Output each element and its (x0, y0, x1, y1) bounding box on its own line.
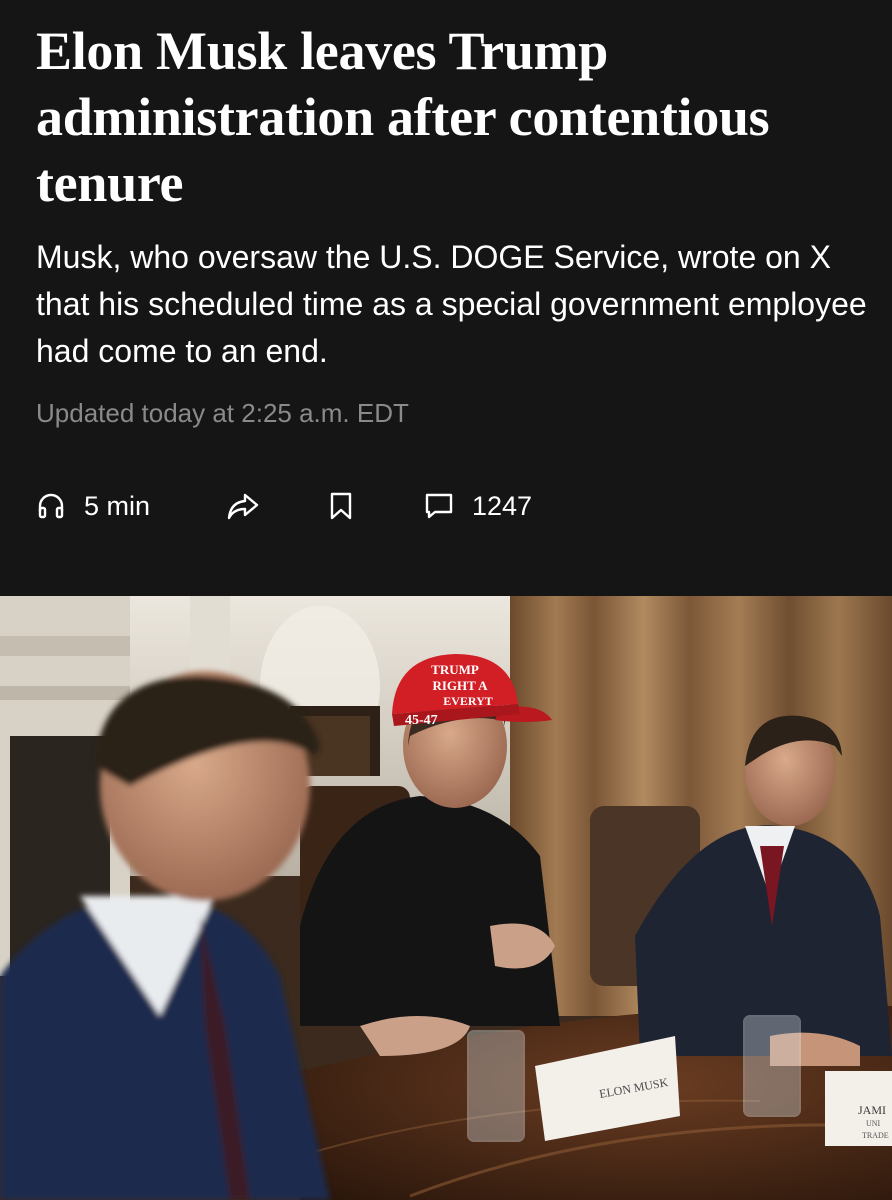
hat-text-line-2: RIGHT A (432, 678, 488, 693)
bookmark-icon (328, 491, 354, 521)
article-headline: Elon Musk leaves Trump administration af… (36, 21, 770, 213)
hat-text-line-3: EVERYT (443, 694, 493, 708)
comments-count: 1247 (472, 490, 533, 521)
headphones-icon (36, 491, 66, 521)
save-button[interactable] (328, 486, 354, 526)
share-arrow-icon (226, 491, 260, 521)
listen-duration: 5 min (84, 490, 151, 521)
share-button[interactable] (226, 486, 260, 526)
hat-text-line-1: TRUMP (431, 662, 479, 677)
nameplate-right-line-1: JAMI (858, 1103, 886, 1117)
comments-button[interactable]: 1247 (424, 486, 532, 526)
nameplate-right-line-2: UNI (866, 1119, 881, 1128)
nameplate-right-line-3: TRADE (862, 1131, 889, 1140)
article-dek: Musk, who oversaw the U.S. DOGE Service,… (36, 239, 867, 369)
article-page: Elon Musk leaves Trump administration af… (0, 0, 892, 1200)
listen-button[interactable]: 5 min (36, 486, 150, 526)
hat-side-text: 45-47 (405, 713, 438, 728)
article-action-bar: 5 min 1247 (36, 486, 636, 526)
article-timestamp: Updated today at 2:25 a.m. EDT (36, 398, 409, 428)
article-hero-photo: TRUMP RIGHT A EVERYT 45-47 ELON MUSK JAM… (0, 596, 892, 1200)
comment-bubble-icon (424, 491, 454, 521)
